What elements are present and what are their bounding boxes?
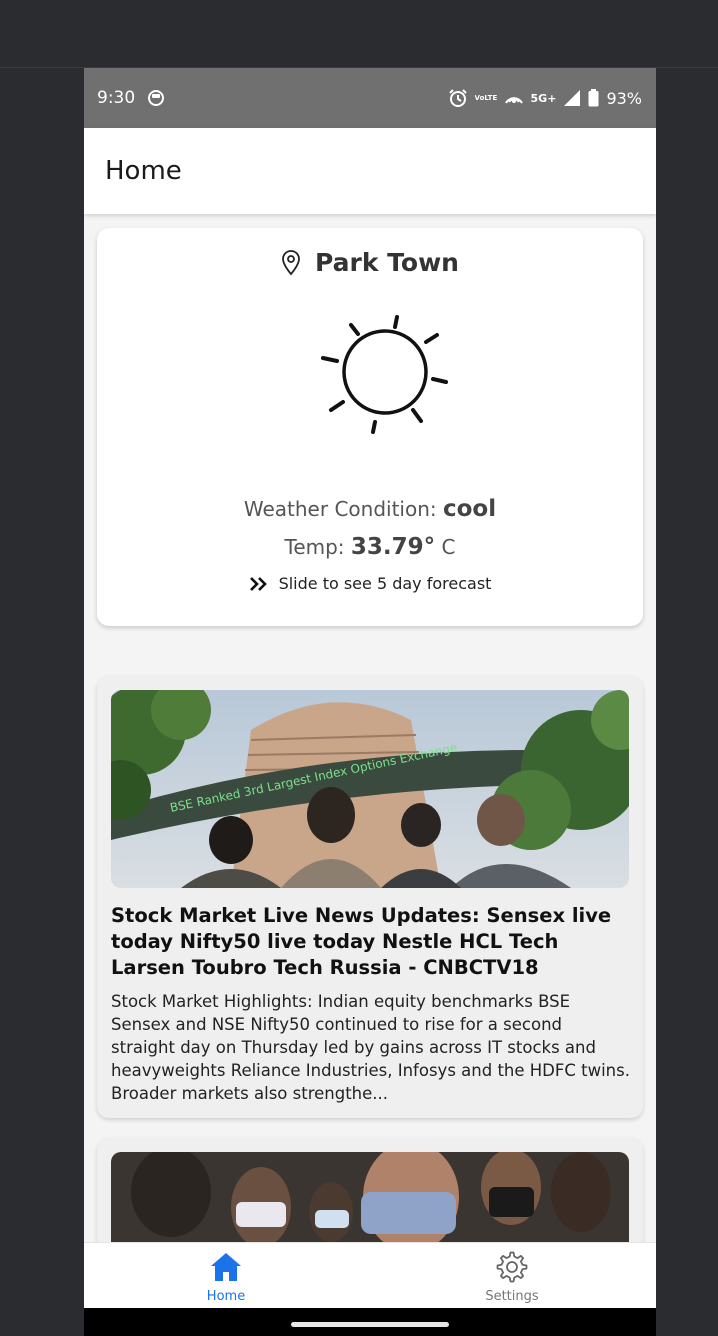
outer-top-area — [0, 0, 718, 68]
news-description: Stock Market Highlights: Indian equity b… — [111, 992, 630, 1103]
nav-item-settings[interactable]: Settings — [442, 1251, 582, 1304]
battery-icon — [588, 89, 599, 107]
news-image[interactable] — [111, 1152, 629, 1242]
news-image-crowd — [111, 1152, 629, 1242]
nav-item-home[interactable]: Home — [156, 1251, 296, 1304]
page-title: Home — [105, 156, 182, 186]
temp-unit: C — [435, 535, 456, 559]
home-icon — [211, 1253, 241, 1281]
news-image[interactable]: BSE Ranked 3rd Largest Index Options Exc… — [111, 690, 629, 888]
news-title[interactable]: Stock Market Live News Updates: Sensex l… — [111, 903, 631, 981]
temp-label: Temp: — [284, 535, 351, 559]
notification-icon — [148, 90, 165, 106]
location-name: Park Town — [315, 248, 459, 277]
hotspot-icon — [504, 97, 523, 104]
status-bar: 9:30 VoLTE 5G+ 93% — [84, 68, 656, 128]
condition-value: cool — [442, 496, 497, 522]
forecast-hint-text: Slide to see 5 day forecast — [278, 574, 492, 593]
weather-condition: Weather Condition: cool — [97, 496, 643, 522]
scroll-content[interactable]: Park Town Weather Condition: cool Temp: … — [84, 214, 656, 1242]
battery-percent: 93% — [606, 88, 642, 108]
gesture-bar — [84, 1308, 656, 1336]
sun-icon — [321, 315, 448, 434]
double-chevron-right-icon — [249, 576, 267, 591]
phone-screen: 9:30 VoLTE 5G+ 93% Home Park Town Weathe… — [84, 68, 656, 1336]
location-row: Park Town — [97, 248, 643, 277]
condition-label: Weather Condition: — [243, 497, 443, 521]
status-left: 9:30 — [97, 88, 165, 108]
app-bar: Home — [84, 128, 656, 214]
gear-icon — [496, 1251, 528, 1283]
location-pin-icon — [282, 249, 300, 275]
nav-label-home: Home — [206, 1289, 246, 1304]
news-image-bse: BSE Ranked 3rd Largest Index Options Exc… — [111, 690, 629, 888]
temperature: Temp: 33.79° C — [97, 534, 643, 560]
bottom-navigation: Home Settings — [84, 1242, 656, 1309]
news-card[interactable]: BSE Ranked 3rd Largest Index Options Exc… — [97, 676, 643, 1118]
nav-label-settings: Settings — [485, 1289, 539, 1304]
home-gesture-handle[interactable] — [291, 1322, 449, 1327]
5g-icon: 5G+ — [530, 91, 557, 105]
forecast-hint[interactable]: Slide to see 5 day forecast — [97, 574, 643, 593]
volte-label: VoLTE — [474, 94, 497, 102]
volte-icon: VoLTE — [475, 94, 497, 102]
alarm-icon — [448, 89, 467, 107]
status-right: VoLTE 5G+ 93% — [448, 88, 642, 108]
weather-card[interactable]: Park Town Weather Condition: cool Temp: … — [97, 228, 643, 626]
status-time: 9:30 — [97, 88, 136, 108]
temp-value: 33.79° — [350, 534, 436, 560]
signal-icon — [564, 90, 581, 106]
news-card[interactable] — [97, 1138, 643, 1242]
